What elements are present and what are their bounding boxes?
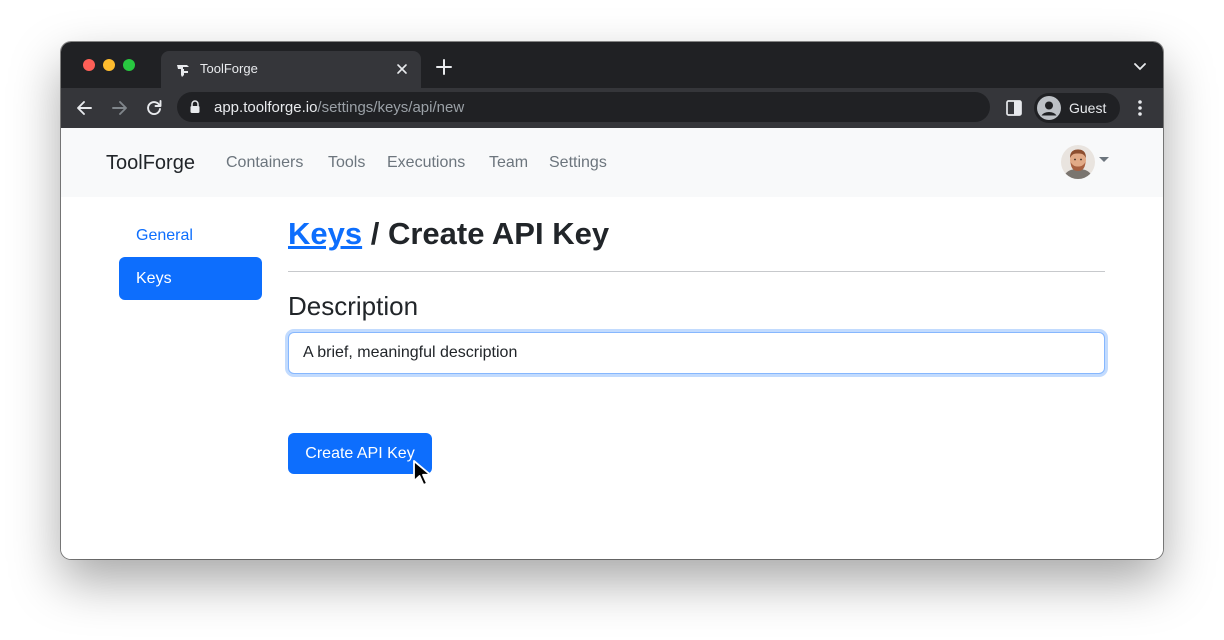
nav-link-containers[interactable]: Containers: [226, 154, 303, 172]
caret-down-icon[interactable]: [1098, 156, 1110, 164]
browser-window: ToolForge app.toolforge.io/settings/keys…: [61, 42, 1163, 559]
close-tab-icon[interactable]: [393, 60, 411, 78]
profile-button[interactable]: Guest: [1034, 93, 1120, 123]
arrow-left-icon[interactable]: [75, 98, 95, 118]
sidebar-item-general[interactable]: General: [136, 227, 193, 245]
address-bar[interactable]: app.toolforge.io/settings/keys/api/new: [177, 92, 990, 122]
page-title: Keys / Create API Key: [288, 216, 609, 252]
create-api-key-button[interactable]: Create API Key: [288, 433, 432, 474]
close-window-button[interactable]: [83, 59, 95, 71]
user-avatar[interactable]: [1061, 145, 1095, 179]
tab-title: ToolForge: [200, 61, 258, 76]
nav-link-settings[interactable]: Settings: [549, 154, 607, 172]
breadcrumb-separator: /: [362, 216, 388, 251]
description-label: Description: [288, 291, 419, 321]
breadcrumb-link-keys[interactable]: Keys: [288, 216, 362, 251]
minimize-window-button[interactable]: [103, 59, 115, 71]
web-page: ToolForge Containers Tools Executions Te…: [61, 128, 1163, 559]
profile-label: Guest: [1069, 100, 1107, 116]
nav-link-tools[interactable]: Tools: [328, 154, 365, 172]
mouse-pointer-icon: [413, 460, 432, 486]
lock-icon[interactable]: [189, 100, 201, 114]
sidebar-item-keys[interactable]: Keys: [119, 257, 262, 300]
maximize-window-button[interactable]: [123, 59, 135, 71]
divider: [288, 271, 1105, 272]
browser-toolbar: app.toolforge.io/settings/keys/api/new G…: [61, 88, 1163, 128]
page-title-text: Create API Key: [387, 216, 610, 251]
toolforge-logo-icon: [177, 65, 189, 77]
reload-icon[interactable]: [144, 98, 164, 118]
app-navbar: ToolForge Containers Tools Executions Te…: [61, 128, 1163, 197]
new-tab-icon[interactable]: [435, 58, 453, 76]
browser-tab-active[interactable]: ToolForge: [161, 51, 421, 88]
person-circle-icon: [1037, 96, 1061, 120]
brand-logo[interactable]: ToolForge: [106, 152, 195, 175]
kebab-menu-icon[interactable]: [1131, 98, 1149, 118]
chevron-down-icon[interactable]: [1133, 62, 1147, 72]
tab-strip: ToolForge: [61, 42, 1163, 88]
arrow-right-icon[interactable]: [109, 98, 129, 118]
description-input[interactable]: [288, 332, 1105, 374]
nav-link-executions[interactable]: Executions: [387, 154, 465, 172]
nav-link-team[interactable]: Team: [489, 154, 528, 172]
url-text: app.toolforge.io/settings/keys/api/new: [214, 99, 465, 116]
side-panel-icon[interactable]: [1005, 99, 1023, 117]
